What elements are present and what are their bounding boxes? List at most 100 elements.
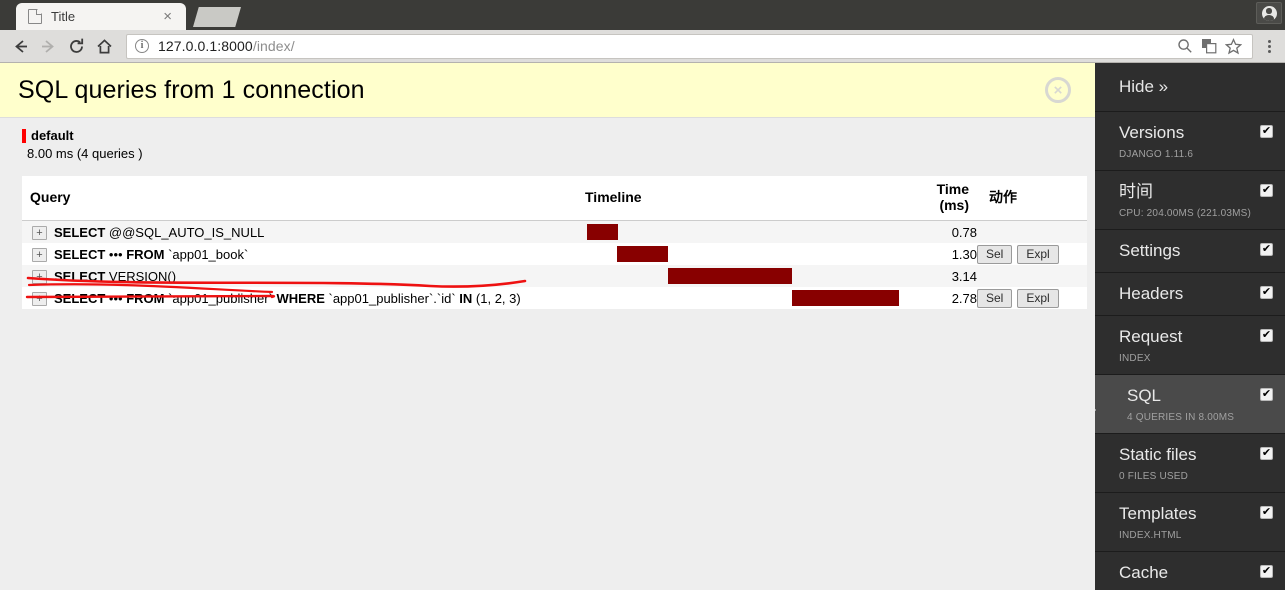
column-header-query: Query — [22, 176, 577, 221]
table-row[interactable]: + SELECT ••• FROM `app01_book` 1.30 Sel Expl — [22, 243, 1087, 265]
row-color-marker — [22, 265, 32, 287]
panel-enable-checkbox[interactable]: ✔ — [1260, 447, 1273, 460]
query-actions — [977, 265, 1087, 287]
query-time: 2.78 — [951, 290, 977, 306]
table-row[interactable]: + SELECT @@SQL_AUTO_IS_NULL 0.78 — [22, 220, 1087, 244]
url-path: /index/ — [252, 38, 295, 54]
panel-subtitle: CPU: 204.00ms (221.03ms) — [1119, 208, 1252, 219]
panel-enable-checkbox[interactable]: ✔ — [1260, 243, 1273, 256]
sel-button[interactable]: Sel — [977, 244, 1013, 264]
account-avatar-icon[interactable] — [1256, 2, 1282, 24]
page-viewport: SQL queries from 1 connection × default … — [0, 63, 1285, 590]
expl-button[interactable]: Expl — [1017, 288, 1059, 308]
query-time: 3.14 — [951, 268, 977, 284]
omnibox-icons — [1174, 35, 1244, 57]
timeline-bar — [668, 268, 792, 284]
panel-enable-checkbox[interactable]: ✔ — [1260, 286, 1273, 299]
query-timeline — [577, 243, 907, 265]
toolbar-panel-templates[interactable]: Templates index.html ✔ — [1095, 493, 1285, 552]
query-time: 0.78 — [951, 224, 977, 240]
query-sql[interactable]: SELECT ••• FROM `app01_book` — [54, 243, 577, 265]
query-timeline — [577, 265, 907, 287]
column-header-time: Time (ms) — [907, 176, 977, 221]
tab-title: Title — [51, 9, 76, 24]
home-icon[interactable] — [90, 32, 118, 60]
django-debug-toolbar: Hide » Versions Django 1.11.6 ✔ 时间 CPU: 204.… — [1095, 63, 1285, 590]
browser-tab[interactable]: Title × — [16, 3, 186, 30]
close-panel-button[interactable]: × — [1045, 77, 1071, 103]
connection-stats: 8.00 ms (4 queries ) — [27, 146, 143, 161]
panel-enable-checkbox[interactable]: ✔ — [1260, 388, 1273, 401]
table-body: + SELECT @@SQL_AUTO_IS_NULL 0.78 + SELECT ••… — [22, 220, 1087, 309]
panel-body: default 8.00 ms (4 queries ) Query Timel… — [0, 118, 1095, 590]
panel-subtitle: 0 files used — [1119, 471, 1189, 482]
url-host: 127.0.0.1:8000 — [158, 38, 253, 54]
query-sql[interactable]: SELECT @@SQL_AUTO_IS_NULL — [54, 221, 577, 244]
sql-panel-content: SQL queries from 1 connection × default … — [0, 63, 1095, 590]
table-row[interactable]: + SELECT ••• FROM `app01_publisher` WHERE… — [22, 287, 1087, 309]
browser-window: Title × i 127.0.0.1:8000/index/ SQL quer… — [0, 0, 1285, 591]
toolbar-panel-versions[interactable]: Versions Django 1.11.6 ✔ — [1095, 112, 1285, 171]
hide-toolbar-button[interactable]: Hide » — [1095, 63, 1285, 112]
expand-query-button[interactable]: + — [32, 287, 54, 309]
panel-enable-checkbox[interactable]: ✔ — [1260, 506, 1273, 519]
panel-header: SQL queries from 1 connection × — [0, 63, 1095, 118]
toolbar-panel-headers[interactable]: Headers ✔ — [1095, 273, 1285, 316]
kebab-menu-icon[interactable] — [1259, 39, 1279, 53]
url-text: 127.0.0.1:8000/index/ — [158, 38, 295, 54]
timeline-bar — [617, 246, 668, 262]
query-sql[interactable]: SELECT VERSION() — [54, 265, 577, 287]
toolbar-panel-sql[interactable]: SQL 4 queries in 8.00ms ✔ — [1095, 375, 1285, 434]
back-icon[interactable] — [6, 32, 34, 60]
query-actions: Sel Expl — [977, 287, 1087, 309]
timeline-bar — [587, 224, 618, 240]
star-icon[interactable] — [1222, 35, 1244, 57]
table-head: Query Timeline Time (ms) 动作 — [22, 176, 1087, 221]
queries-table: Query Timeline Time (ms) 动作 + SELECT @@SQ… — [22, 176, 1087, 309]
query-actions — [977, 221, 1087, 244]
reload-icon[interactable] — [62, 32, 90, 60]
panel-enable-checkbox[interactable]: ✔ — [1260, 125, 1273, 138]
column-header-actions: 动作 — [977, 176, 1087, 221]
table-row[interactable]: + SELECT VERSION() 3.14 — [22, 265, 1087, 287]
expand-query-button[interactable]: + — [32, 221, 54, 244]
address-bar[interactable]: i 127.0.0.1:8000/index/ — [126, 33, 1253, 59]
timeline-bar — [792, 290, 899, 306]
forward-icon — [34, 32, 62, 60]
query-timeline — [577, 287, 907, 309]
query-time: 1.30 — [951, 246, 977, 262]
query-timeline — [577, 221, 907, 244]
new-tab-button[interactable] — [193, 7, 241, 27]
query-sql[interactable]: SELECT ••• FROM `app01_publisher` WHERE … — [54, 287, 577, 309]
sel-button[interactable]: Sel — [977, 288, 1013, 308]
connection-color-marker — [22, 128, 26, 143]
row-color-marker — [22, 243, 32, 265]
expand-query-button[interactable]: + — [32, 243, 54, 265]
table-header-row: Query Timeline Time (ms) 动作 — [22, 176, 1087, 221]
column-header-timeline: Timeline — [577, 176, 907, 221]
toolbar-panel-cache[interactable]: Cache ✔ — [1095, 552, 1285, 590]
site-info-icon[interactable]: i — [135, 39, 149, 53]
connection-header: default — [0, 128, 1095, 143]
active-panel-arrow-icon — [1095, 399, 1096, 421]
expl-button[interactable]: Expl — [1017, 244, 1059, 264]
browser-toolbar: i 127.0.0.1:8000/index/ — [0, 30, 1285, 63]
toolbar-panel-settings[interactable]: Settings ✔ — [1095, 230, 1285, 273]
panel-subtitle: Django 1.11.6 — [1119, 149, 1194, 160]
search-minus-icon[interactable] — [1174, 35, 1196, 57]
panel-enable-checkbox[interactable]: ✔ — [1260, 329, 1273, 342]
panel-enable-checkbox[interactable]: ✔ — [1260, 184, 1273, 197]
close-icon: × — [1053, 81, 1063, 99]
toolbar-panel-list: Versions Django 1.11.6 ✔ 时间 CPU: 204.00ms (2… — [1095, 112, 1285, 590]
page-title: SQL queries from 1 connection — [18, 75, 365, 104]
query-actions: Sel Expl — [977, 243, 1087, 265]
toolbar-panel-时间[interactable]: 时间 CPU: 204.00ms (221.03ms) ✔ — [1095, 171, 1285, 230]
toolbar-panel-static-files[interactable]: Static files 0 files used ✔ — [1095, 434, 1285, 493]
panel-subtitle: index — [1119, 353, 1151, 364]
translate-icon[interactable] — [1198, 35, 1220, 57]
expand-query-button[interactable]: + — [32, 265, 54, 287]
panel-enable-checkbox[interactable]: ✔ — [1260, 565, 1273, 578]
avatar — [1261, 5, 1277, 21]
close-icon[interactable]: × — [157, 9, 178, 24]
toolbar-panel-request[interactable]: Request index ✔ — [1095, 316, 1285, 375]
